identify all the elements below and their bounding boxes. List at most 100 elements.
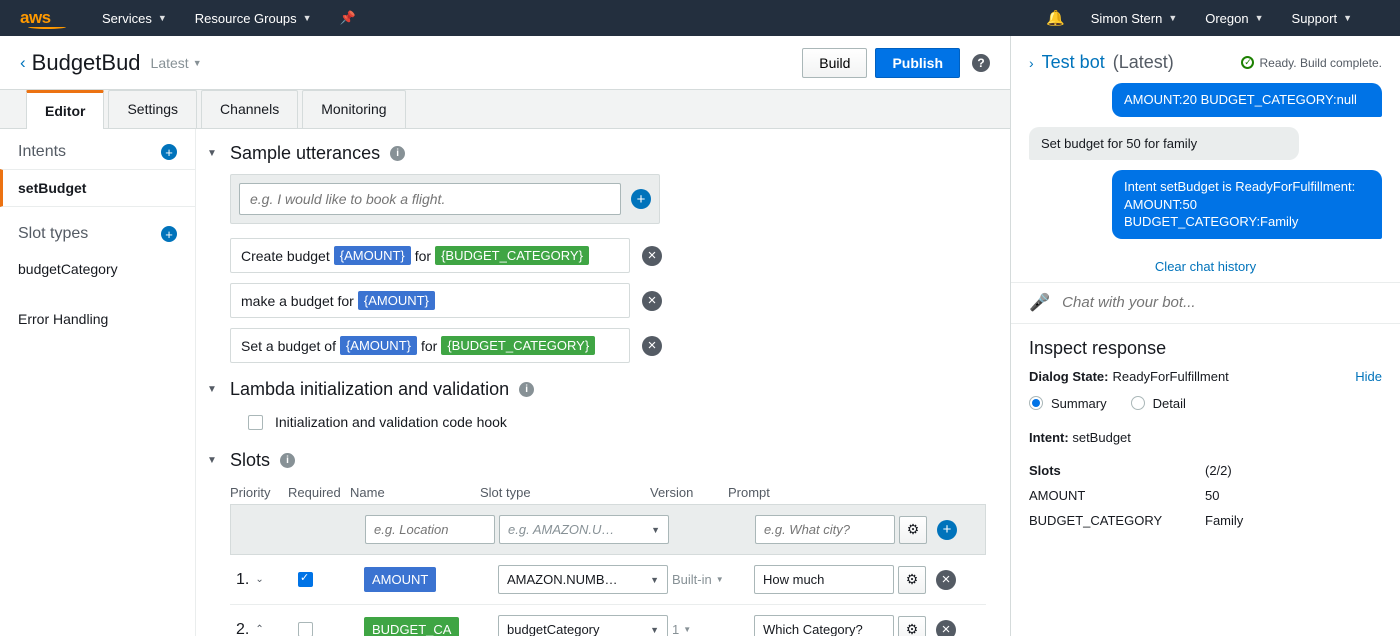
dialog-state-label: Dialog State: [1029,369,1108,384]
delete-slot-button[interactable]: × [936,570,956,590]
bell-icon[interactable]: 🔔 [1046,9,1065,27]
slot-name-chip[interactable]: BUDGET_CA [364,617,459,636]
test-bot-title: Test bot [1042,52,1105,73]
slot-prompt-input[interactable]: How much [754,565,894,594]
add-slot-button[interactable]: + [937,520,957,540]
tab-bar: Editor Settings Channels Monitoring [0,90,1010,129]
pin-icon[interactable]: 📌 [340,10,356,26]
expand-icon[interactable]: › [1029,55,1034,71]
chevron-up-icon[interactable]: ⌃ [255,624,263,635]
build-button[interactable]: Build [802,48,867,78]
slot-prompt-input[interactable]: Which Category? [754,615,894,636]
test-bot-version: (Latest) [1113,52,1174,73]
intent-value: setBudget [1072,430,1131,445]
utterance-text[interactable]: Create budget {AMOUNT} for {BUDGET_CATEG… [230,238,630,273]
editor-sidebar: Intents + setBudget Slot types + budgetC… [0,129,196,636]
chevron-down-icon: ▼ [650,625,659,635]
inspect-title: Inspect response [1029,338,1382,359]
chevron-down-icon: ▼ [650,575,659,585]
sidebar-intent-setbudget[interactable]: setBudget [0,169,195,207]
chevron-down-icon: ▼ [683,625,691,634]
slot-name-chip[interactable]: AMOUNT [364,567,436,592]
test-panel: › Test bot (Latest) ✓Ready. Build comple… [1010,36,1400,636]
slot-type-select[interactable]: e.g. AMAZON.U…▼ [499,515,669,544]
nav-services[interactable]: Services▼ [102,11,167,26]
slot-type-select[interactable]: budgetCategory▼ [498,615,668,636]
tab-settings[interactable]: Settings [108,90,197,128]
sidebar-error-handling[interactable]: Error Handling [0,301,195,337]
slot-prompt-input[interactable] [755,515,895,544]
inspect-slot-key: BUDGET_CATEGORY [1029,513,1205,528]
tab-channels[interactable]: Channels [201,90,298,128]
sidebar-slottype-budgetcategory[interactable]: budgetCategory [0,251,195,287]
section-slots[interactable]: ▼ Slots i [204,444,986,481]
slot-name-input[interactable] [365,515,495,544]
slot-type-select[interactable]: AMAZON.NUMB…▼ [498,565,668,594]
tab-monitoring[interactable]: Monitoring [302,90,405,128]
add-intent-button[interactable]: + [161,144,177,160]
inspect-slot-key: AMOUNT [1029,488,1205,503]
global-nav: aws Services▼ Resource Groups▼ 📌 🔔 Simon… [0,0,1400,36]
slots-header: Slots [1029,463,1205,478]
nav-support[interactable]: Support▼ [1292,11,1352,26]
info-icon[interactable]: i [280,453,295,468]
slot-settings-button[interactable]: ⚙ [899,516,927,544]
intent-label: Intent: [1029,430,1069,445]
inspect-slot-row: BUDGET_CATEGORYFamily [1029,508,1382,533]
slot-version: 1 [672,622,679,636]
inspect-slot-value: Family [1205,513,1243,528]
hide-link[interactable]: Hide [1355,369,1382,384]
utterance-input[interactable] [239,183,621,215]
slot-version: Built-in [672,572,712,587]
chat-input[interactable] [1062,294,1382,311]
nav-region[interactable]: Oregon▼ [1205,11,1263,26]
delete-utterance-button[interactable]: × [642,291,662,311]
delete-slot-button[interactable]: × [936,620,956,636]
utterance-row: make a budget for {AMOUNT} × [230,283,986,318]
dialog-state-value: ReadyForFulfillment [1112,369,1228,384]
lambda-hook-checkbox[interactable] [248,415,263,430]
chevron-down-icon: ▼ [1343,13,1352,23]
col-priority: Priority [230,485,288,500]
slot-settings-button[interactable]: ⚙ [898,616,926,636]
slot-chip: {BUDGET_CATEGORY} [441,336,595,355]
back-icon[interactable]: ‹ [20,53,26,73]
slot-settings-button[interactable]: ⚙ [898,566,926,594]
nav-resource-groups[interactable]: Resource Groups▼ [195,11,312,26]
summary-radio[interactable]: Summary [1029,396,1107,411]
slot-input-row: e.g. AMAZON.U…▼ ⚙ + [230,504,986,555]
bot-message: Intent setBudget is ReadyForFulfillment:… [1112,170,1382,239]
help-icon[interactable]: ? [972,54,990,72]
section-lambda[interactable]: ▼ Lambda initialization and validation i [204,373,986,410]
chevron-down-icon[interactable]: ⌄ [255,574,263,585]
chevron-down-icon: ▼ [158,13,167,23]
slot-chip: {AMOUNT} [334,246,411,265]
slot-chip: {AMOUNT} [340,336,417,355]
slot-required-checkbox[interactable] [298,572,313,587]
delete-utterance-button[interactable]: × [642,336,662,356]
version-selector[interactable]: Latest▼ [151,55,202,71]
aws-logo[interactable]: aws [20,8,66,29]
info-icon[interactable]: i [390,146,405,161]
section-utterances[interactable]: ▼ Sample utterances i [204,137,986,174]
chevron-down-icon: ▼ [204,148,220,159]
delete-utterance-button[interactable]: × [642,246,662,266]
utterance-row: Create budget {AMOUNT} for {BUDGET_CATEG… [230,238,986,273]
add-utterance-button[interactable]: + [631,189,651,209]
slot-chip: {BUDGET_CATEGORY} [435,246,589,265]
info-icon[interactable]: i [519,382,534,397]
utterance-text[interactable]: make a budget for {AMOUNT} [230,283,630,318]
chevron-down-icon: ▼ [204,455,220,466]
nav-user[interactable]: Simon Stern▼ [1091,11,1177,26]
utterance-text[interactable]: Set a budget of {AMOUNT} for {BUDGET_CAT… [230,328,630,363]
publish-button[interactable]: Publish [875,48,960,78]
col-slot-type: Slot type [480,485,650,500]
slot-required-checkbox[interactable] [298,622,313,636]
build-status: ✓Ready. Build complete. [1241,56,1382,70]
microphone-icon[interactable]: 🎤 [1029,293,1050,313]
add-slot-type-button[interactable]: + [161,226,177,242]
tab-editor[interactable]: Editor [26,90,104,129]
detail-radio[interactable]: Detail [1131,396,1186,411]
clear-chat-link[interactable]: Clear chat history [1011,255,1400,282]
utterance-row: Set a budget of {AMOUNT} for {BUDGET_CAT… [230,328,986,363]
